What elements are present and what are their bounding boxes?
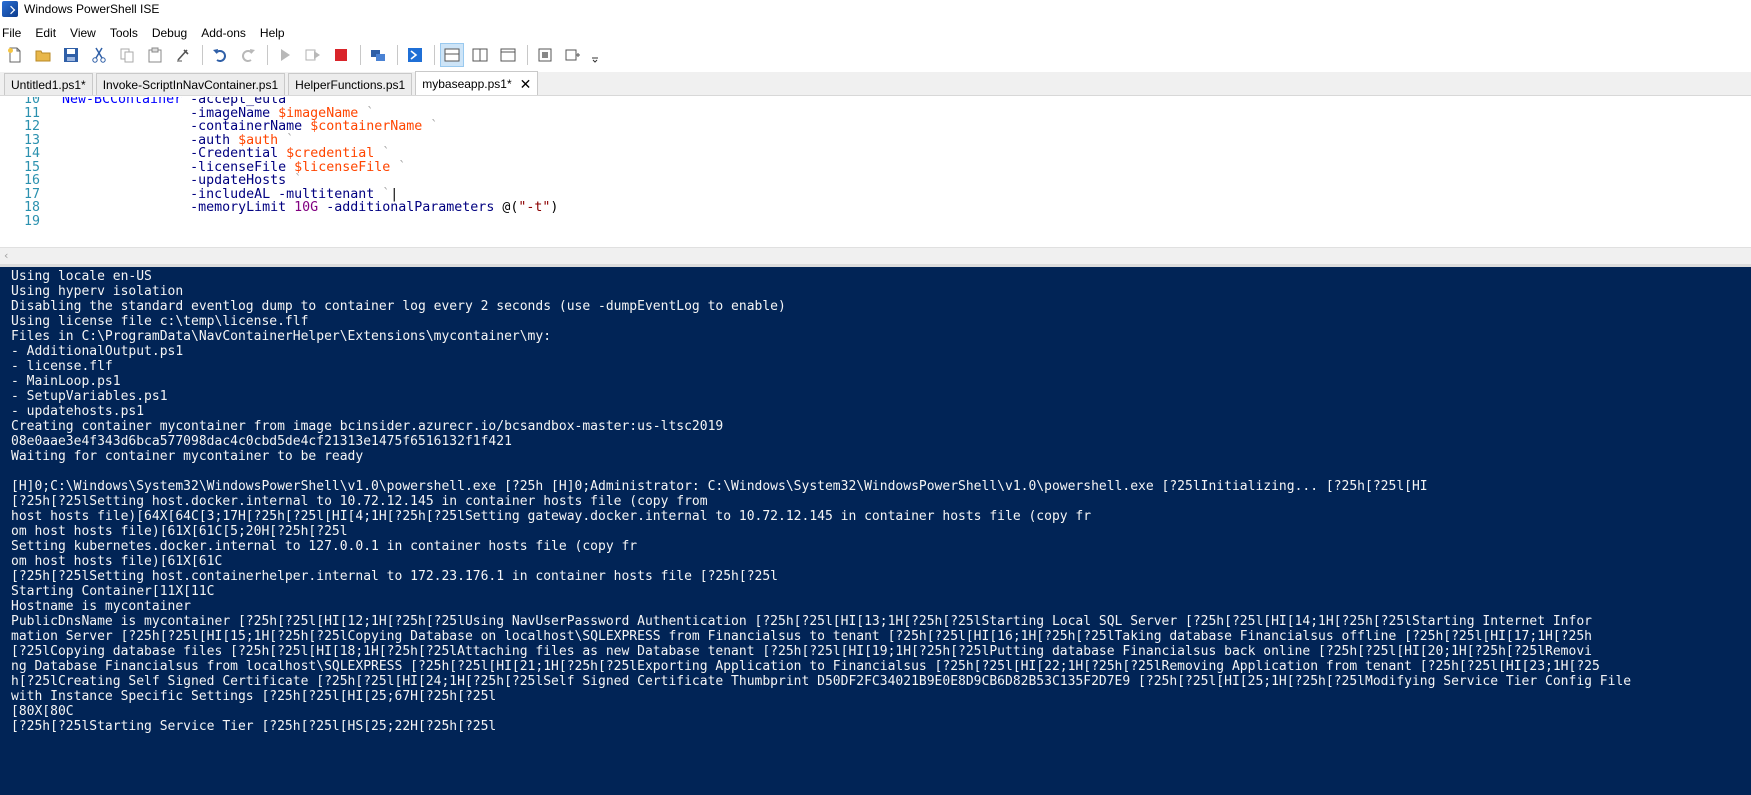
console-line: om host hosts file)[61X[61C <box>11 554 223 569</box>
toolbar-separator <box>360 45 361 65</box>
snippet-icon[interactable] <box>534 44 556 66</box>
console-line: [?25h[?25lSetting host.containerhelper.i… <box>11 569 779 584</box>
tab-invoke-scriptinnavcontainer[interactable]: Invoke-ScriptInNavContainer.ps1 <box>95 73 286 95</box>
toolbar-separator <box>267 45 268 65</box>
code-token: 10G <box>294 200 319 215</box>
tab-untitled1[interactable]: Untitled1.ps1* <box>4 73 93 95</box>
tab-label: HelperFunctions.ps1 <box>295 77 406 92</box>
code-token: "-t" <box>518 200 551 215</box>
cut-icon[interactable] <box>88 44 110 66</box>
code-token: ` <box>390 159 407 175</box>
menu-debug[interactable]: Debug <box>150 26 193 40</box>
console-line: - AdditionalOutput.ps1 <box>11 344 184 359</box>
open-icon[interactable] <box>32 44 54 66</box>
copy-icon[interactable] <box>116 44 138 66</box>
line-number: 19 <box>23 213 40 229</box>
console-line: Hostname is mycontainer <box>11 599 192 614</box>
code-text: -memoryLimit 10G -additionalParameters @… <box>62 200 558 215</box>
redo-icon[interactable] <box>237 44 259 66</box>
tab-label: mybaseapp.ps1* <box>422 76 512 91</box>
code-token: -additionalParameters <box>318 200 503 215</box>
tab-mybaseapp[interactable]: mybaseapp.ps1* ✕ <box>415 71 539 95</box>
run-icon[interactable] <box>274 44 296 66</box>
code-token: ` <box>422 119 439 134</box>
code-token: $licenseFile <box>294 159 391 175</box>
layout-right-icon[interactable] <box>469 44 491 66</box>
addon-icon[interactable] <box>562 44 584 66</box>
console-line: om host hosts file)[61X[61C[5;20H[?25h[?… <box>11 524 348 539</box>
console-line: h[?25lCreating Self Signed Certificate [… <box>11 674 1632 689</box>
console-line: Waiting for container mycontainer to be … <box>11 449 364 464</box>
title-bar: Windows PowerShell ISE <box>0 0 1751 18</box>
console-line: Disabling the standard eventlog dump to … <box>11 299 786 314</box>
remote-icon[interactable] <box>367 44 389 66</box>
code-token: -memoryLimit <box>190 200 295 215</box>
stop-icon[interactable] <box>330 44 352 66</box>
console-output: Using locale en-US Using hyperv isolation… <box>11 269 1631 734</box>
code-token: @( <box>502 200 519 215</box>
console-line: Using locale en-US <box>11 269 152 284</box>
layout-top-icon[interactable] <box>440 43 464 67</box>
console-line: [?25lCopying database files [?25h[?25l[H… <box>11 644 1592 659</box>
console-pane[interactable]: Using locale en-US Using hyperv isolation… <box>0 264 1751 795</box>
console-line: PublicDnsName is mycontainer [?25h[?25l[… <box>11 614 1592 629</box>
more-icon[interactable] <box>590 44 600 66</box>
paste-icon[interactable] <box>144 44 166 66</box>
script-tabs: Untitled1.ps1* Invoke-ScriptInNavContain… <box>0 71 1751 96</box>
toolbar-separator <box>202 45 203 65</box>
menu-view[interactable]: View <box>68 26 102 40</box>
toolbar-separator <box>397 45 398 65</box>
menu-tools[interactable]: Tools <box>108 26 144 40</box>
scroll-left-icon[interactable]: ‹ <box>4 249 8 262</box>
console-line: Setting kubernetes.docker.internal to 12… <box>11 539 638 554</box>
editor-horizontal-scrollbar[interactable]: ‹ <box>0 247 1751 264</box>
tab-label: Untitled1.ps1* <box>11 77 86 92</box>
toolbar <box>0 43 1751 67</box>
new-icon[interactable] <box>4 44 26 66</box>
console-line: [?25h[?25lSetting host.docker.internal t… <box>11 494 708 509</box>
console-line: mation Server [?25h[?25l[HI[15;1H[?25h[?… <box>11 629 1592 644</box>
window-title: Windows PowerShell ISE <box>24 2 160 16</box>
powershell-ise-icon <box>2 1 18 17</box>
console-line: host hosts file)[64X[64C[3;17H[?25h[?25l… <box>11 509 1092 524</box>
code-token: ) <box>550 200 559 215</box>
layout-max-icon[interactable] <box>497 44 519 66</box>
code-token: $containerName <box>310 119 423 134</box>
toolbar-separator <box>434 45 435 65</box>
menu-file[interactable]: File <box>0 26 27 40</box>
console-line: - MainLoop.ps1 <box>11 374 121 389</box>
console-line: with Instance Specific Settings [?25h[?2… <box>11 689 497 704</box>
console-line: [80X[80C <box>11 704 74 719</box>
run-selection-icon[interactable] <box>302 44 324 66</box>
console-line: Using license file c:\temp\license.flf <box>11 314 309 329</box>
console-line: Creating container mycontainer from imag… <box>11 419 724 434</box>
console-line: [?25h[?25lStarting Service Tier [?25h[?2… <box>11 719 497 734</box>
script-editor[interactable]: 10 New-BCContainer -accept_eula ` 11 -imag… <box>0 97 1751 245</box>
console-line: Files in C:\ProgramData\NavContainerHelp… <box>11 329 552 344</box>
clear-icon[interactable] <box>172 44 194 66</box>
console-line: - SetupVariables.ps1 <box>11 389 168 404</box>
undo-icon[interactable] <box>209 44 231 66</box>
toolbar-separator <box>527 45 528 65</box>
console-line: ng Database Financialsus from localhost\… <box>11 659 1600 674</box>
menu-help[interactable]: Help <box>258 26 291 40</box>
console-line: - license.flf <box>11 359 113 374</box>
tab-label: Invoke-ScriptInNavContainer.ps1 <box>102 77 279 92</box>
console-line: - updatehosts.ps1 <box>11 404 145 419</box>
save-icon[interactable] <box>60 44 82 66</box>
menu-bar: File Edit View Tools Debug Add-ons Help <box>0 24 1751 42</box>
console-line: 08e0aae3e4f343d6bca577098dac4c0cbd5de4cf… <box>11 434 512 449</box>
powershell-icon[interactable] <box>404 44 426 66</box>
console-line: Using hyperv isolation <box>11 284 184 299</box>
close-icon[interactable]: ✕ <box>520 77 532 91</box>
menu-edit[interactable]: Edit <box>33 26 62 40</box>
menu-addons[interactable]: Add-ons <box>199 26 252 40</box>
tab-helperfunctions[interactable]: HelperFunctions.ps1 <box>288 73 413 95</box>
console-line: Starting Container[11X[11C <box>11 584 215 599</box>
console-line: [H]0;C:\Windows\System32\WindowsPowerShe… <box>11 479 1428 494</box>
editor-line[interactable]: 19 <box>0 214 40 229</box>
